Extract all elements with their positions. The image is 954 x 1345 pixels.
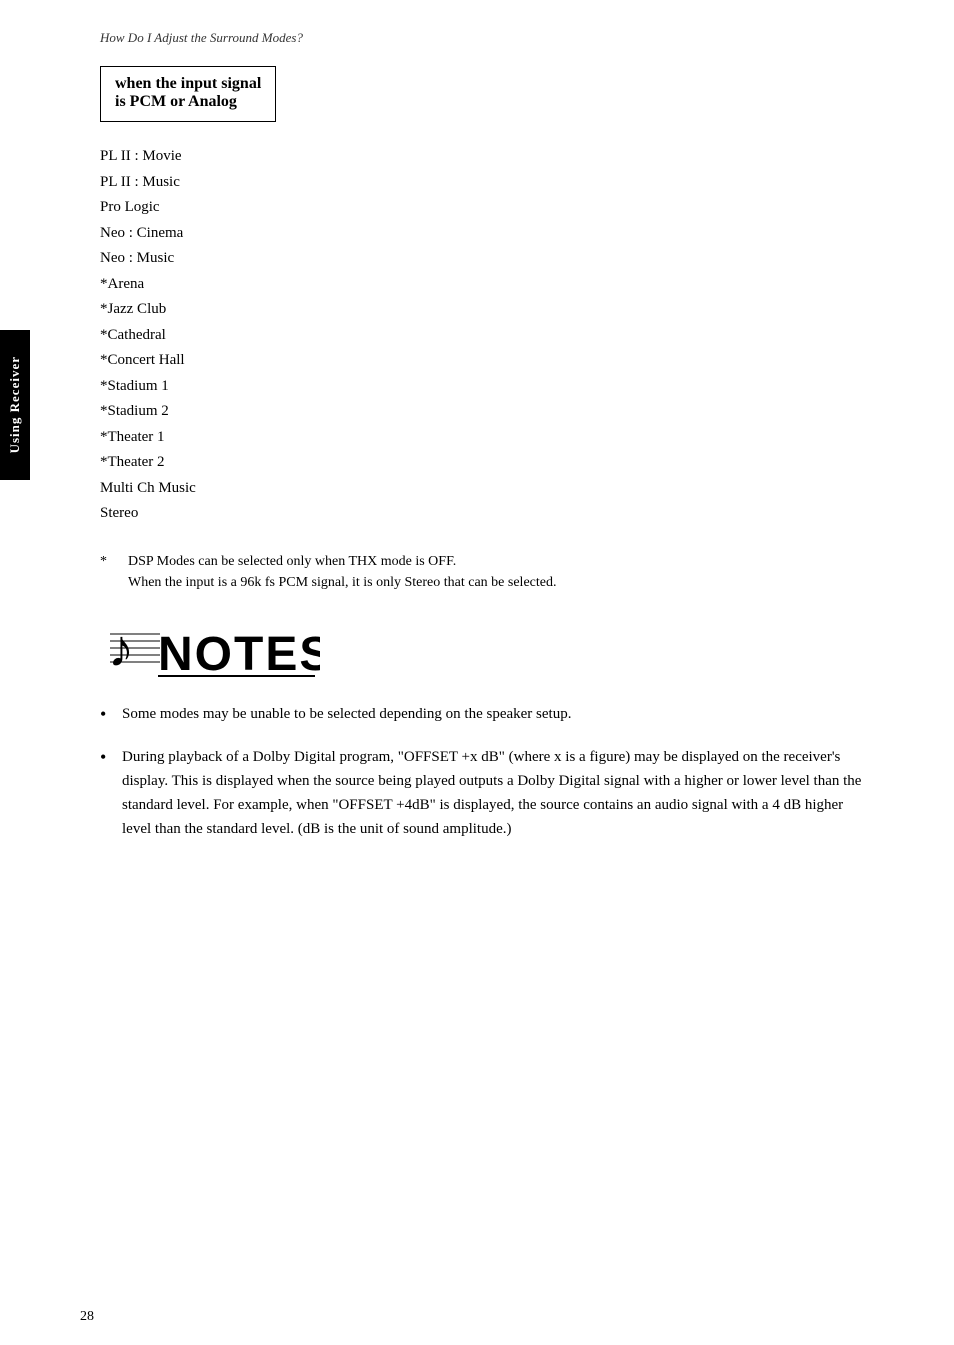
page-number: 28 <box>80 1309 94 1325</box>
mode-item: *Stadium 1 <box>100 374 874 400</box>
mode-item: *Theater 2 <box>100 450 874 476</box>
section-title-line1: when the input signal <box>115 75 261 93</box>
mode-item: *Cathedral <box>100 323 874 349</box>
mode-item: Pro Logic <box>100 195 874 221</box>
mode-item: Multi Ch Music <box>100 476 874 502</box>
notes-banner: ♪ NOTES <box>100 614 874 682</box>
footnote-section: * DSP Modes can be selected only when TH… <box>100 551 874 594</box>
footnote-line2: When the input is a 96k fs PCM signal, i… <box>128 575 556 590</box>
svg-text:♪: ♪ <box>108 621 134 678</box>
bullet-text-2: During playback of a Dolby Digital progr… <box>122 745 874 841</box>
notes-image: ♪ NOTES <box>100 614 320 682</box>
bullet-list: • Some modes may be unable to be selecte… <box>100 702 874 841</box>
mode-item: Stereo <box>100 501 874 527</box>
mode-item: *Theater 1 <box>100 425 874 451</box>
footnote-line1: DSP Modes can be selected only when THX … <box>128 554 456 569</box>
mode-list: PL II : Movie PL II : Music Pro Logic Ne… <box>100 144 874 527</box>
mode-item: *Stadium 2 <box>100 399 874 425</box>
section-title-line2: is PCM or Analog <box>115 93 261 111</box>
sidebar-tab-label: Using Receiver <box>7 356 23 453</box>
mode-item: Neo : Cinema <box>100 221 874 247</box>
mode-item: PL II : Movie <box>100 144 874 170</box>
bullet-text-1: Some modes may be unable to be selected … <box>122 702 874 726</box>
mode-item: *Arena <box>100 272 874 298</box>
footnote-star: * <box>100 551 128 573</box>
page-container: Using Receiver How Do I Adjust the Surro… <box>0 0 954 1345</box>
list-item: • During playback of a Dolby Digital pro… <box>100 745 874 841</box>
footnote-item: * DSP Modes can be selected only when TH… <box>100 551 874 594</box>
mode-item: PL II : Music <box>100 170 874 196</box>
mode-item: Neo : Music <box>100 246 874 272</box>
sidebar-tab: Using Receiver <box>0 330 30 480</box>
page-header: How Do I Adjust the Surround Modes? <box>100 30 874 46</box>
mode-item: *Jazz Club <box>100 297 874 323</box>
svg-text:NOTES: NOTES <box>158 628 320 681</box>
footnote-text: DSP Modes can be selected only when THX … <box>128 551 874 594</box>
bullet-dot: • <box>100 745 122 770</box>
bullet-dot: • <box>100 702 122 727</box>
list-item: • Some modes may be unable to be selecte… <box>100 702 874 727</box>
mode-item: *Concert Hall <box>100 348 874 374</box>
section-title-box: when the input signal is PCM or Analog <box>100 66 276 122</box>
